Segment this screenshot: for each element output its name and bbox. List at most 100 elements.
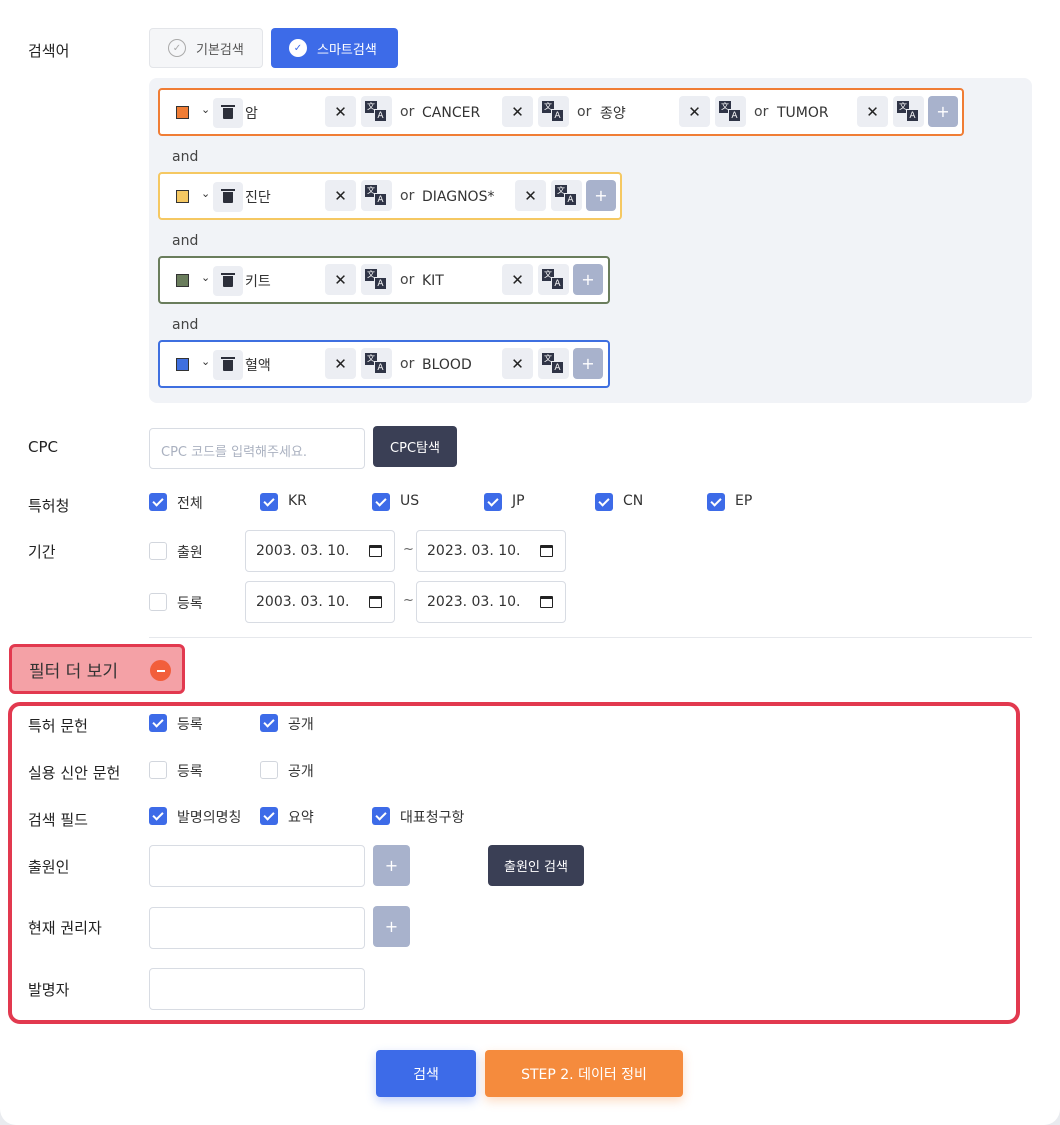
patent-doc-registered-label: 등록 — [177, 717, 203, 733]
translate-button[interactable]: 文A — [361, 264, 392, 295]
registration-date-from[interactable]: 2003. 03. 10. — [245, 581, 395, 623]
filing-date-to[interactable]: 2023. 03. 10. — [416, 530, 566, 572]
cpc-explore-button[interactable]: CPC탐색 — [373, 426, 457, 467]
delete-group-button[interactable] — [213, 350, 243, 380]
tab-smart-search[interactable]: ✓ 스마트검색 — [271, 28, 398, 68]
clear-term-button[interactable]: ✕ — [325, 264, 356, 295]
clear-term-button[interactable]: ✕ — [325, 96, 356, 127]
inventor-input[interactable] — [149, 968, 365, 1010]
group-color-swatch[interactable] — [176, 274, 189, 287]
add-term-button[interactable]: + — [586, 180, 616, 211]
translate-button[interactable]: 文A — [715, 96, 746, 127]
term-input[interactable]: KIT — [422, 266, 444, 296]
and-connector: and — [172, 149, 199, 165]
period-registration-label: 등록 — [177, 596, 203, 612]
group-color-swatch[interactable] — [176, 190, 189, 203]
calendar-icon[interactable] — [540, 596, 553, 608]
keyword-group-2: ⌄ 진단 ✕ 文A or DIAGNOS* ✕ 文A + — [158, 172, 622, 220]
delete-group-button[interactable] — [213, 98, 243, 128]
translate-button[interactable]: 文A — [551, 180, 582, 211]
more-filters-toggle[interactable]: 필터 더 보기 — [9, 644, 185, 694]
keyword-group-4: ⌄ 혈액 ✕ 文A or BLOOD ✕ 文A + — [158, 340, 610, 388]
search-field-abstract-label: 요약 — [288, 810, 314, 826]
delete-group-button[interactable] — [213, 266, 243, 296]
add-current-owner-button[interactable]: + — [373, 906, 410, 947]
patent-doc-label: 특허 문헌 — [28, 717, 88, 735]
office-checkbox-jp[interactable] — [484, 493, 502, 511]
translate-button[interactable]: 文A — [361, 348, 392, 379]
period-registration-checkbox[interactable] — [149, 593, 167, 611]
cpc-input[interactable]: CPC 코드를 입력해주세요. — [149, 428, 365, 469]
term-input[interactable]: 키트 — [245, 266, 271, 296]
patent-doc-published-checkbox[interactable] — [260, 714, 278, 732]
translate-button[interactable]: 文A — [538, 264, 569, 295]
clear-term-button[interactable]: ✕ — [502, 264, 533, 295]
term-input[interactable]: CANCER — [422, 98, 480, 128]
clear-term-button[interactable]: ✕ — [502, 96, 533, 127]
office-checkbox-kr[interactable] — [260, 493, 278, 511]
applicant-input[interactable] — [149, 845, 365, 887]
tab-basic-search[interactable]: ✓ 기본검색 — [149, 28, 263, 68]
search-field-title-checkbox[interactable] — [149, 807, 167, 825]
calendar-icon[interactable] — [369, 596, 382, 608]
group-color-swatch[interactable] — [176, 358, 189, 371]
calendar-icon[interactable] — [540, 545, 553, 557]
clear-term-button[interactable]: ✕ — [502, 348, 533, 379]
calendar-icon[interactable] — [369, 545, 382, 557]
term-input[interactable]: 종양 — [600, 98, 626, 128]
office-label: 특허청 — [28, 497, 70, 515]
clear-term-button[interactable]: ✕ — [515, 180, 546, 211]
search-field-claim-checkbox[interactable] — [372, 807, 390, 825]
clear-term-button[interactable]: ✕ — [325, 348, 356, 379]
utility-doc-registered-checkbox[interactable] — [149, 761, 167, 779]
translate-icon-a: A — [551, 109, 564, 122]
term-input[interactable]: BLOOD — [422, 350, 472, 380]
add-term-button[interactable]: + — [573, 348, 603, 379]
cpc-placeholder: CPC 코드를 입력해주세요. — [161, 445, 308, 460]
term-input[interactable]: 암 — [245, 98, 258, 128]
translate-button[interactable]: 文A — [361, 96, 392, 127]
term-input[interactable]: TUMOR — [777, 98, 829, 128]
translate-button[interactable]: 文A — [538, 348, 569, 379]
translate-icon-a: A — [728, 109, 741, 122]
trash-icon — [221, 272, 235, 287]
keyword-group-1: ⌄ 암 ✕ 文A or CANCER ✕ 文A or 종양 ✕ 文A or TU… — [158, 88, 964, 136]
next-step-button[interactable]: STEP 2. 데이터 정비 — [485, 1050, 683, 1097]
add-applicant-button[interactable]: + — [373, 845, 410, 886]
office-checkbox-ep[interactable] — [707, 493, 725, 511]
group-color-swatch[interactable] — [176, 106, 189, 119]
office-checkbox-us[interactable] — [372, 493, 390, 511]
term-input[interactable]: 진단 — [245, 182, 271, 212]
patent-doc-registered-checkbox[interactable] — [149, 714, 167, 732]
applicant-search-button[interactable]: 출원인 검색 — [488, 845, 584, 886]
office-checkbox-cn[interactable] — [595, 493, 613, 511]
add-term-button[interactable]: + — [928, 96, 958, 127]
utility-doc-published-checkbox[interactable] — [260, 761, 278, 779]
translate-icon-a: A — [906, 109, 919, 122]
office-checkbox-all[interactable] — [149, 493, 167, 511]
cpc-label: CPC — [28, 438, 58, 456]
translate-button[interactable]: 文A — [893, 96, 924, 127]
chevron-down-icon[interactable]: ⌄ — [201, 355, 210, 368]
translate-button[interactable]: 文A — [361, 180, 392, 211]
delete-group-button[interactable] — [213, 182, 243, 212]
search-field-abstract-checkbox[interactable] — [260, 807, 278, 825]
current-owner-input[interactable] — [149, 907, 365, 949]
translate-button[interactable]: 文A — [538, 96, 569, 127]
period-filing-checkbox[interactable] — [149, 542, 167, 560]
clear-term-button[interactable]: ✕ — [679, 96, 710, 127]
add-term-button[interactable]: + — [573, 264, 603, 295]
trash-icon — [221, 356, 235, 371]
registration-date-to[interactable]: 2023. 03. 10. — [416, 581, 566, 623]
chevron-down-icon[interactable]: ⌄ — [201, 187, 210, 200]
or-label: or — [400, 356, 415, 372]
chevron-down-icon[interactable]: ⌄ — [201, 271, 210, 284]
term-input[interactable]: DIAGNOS* — [422, 182, 494, 212]
chevron-down-icon[interactable]: ⌄ — [201, 103, 210, 116]
search-button[interactable]: 검색 — [376, 1050, 476, 1097]
clear-term-button[interactable]: ✕ — [325, 180, 356, 211]
utility-doc-label: 실용 신안 문헌 — [28, 764, 121, 782]
filing-date-from[interactable]: 2003. 03. 10. — [245, 530, 395, 572]
clear-term-button[interactable]: ✕ — [857, 96, 888, 127]
term-input[interactable]: 혈액 — [245, 350, 271, 380]
